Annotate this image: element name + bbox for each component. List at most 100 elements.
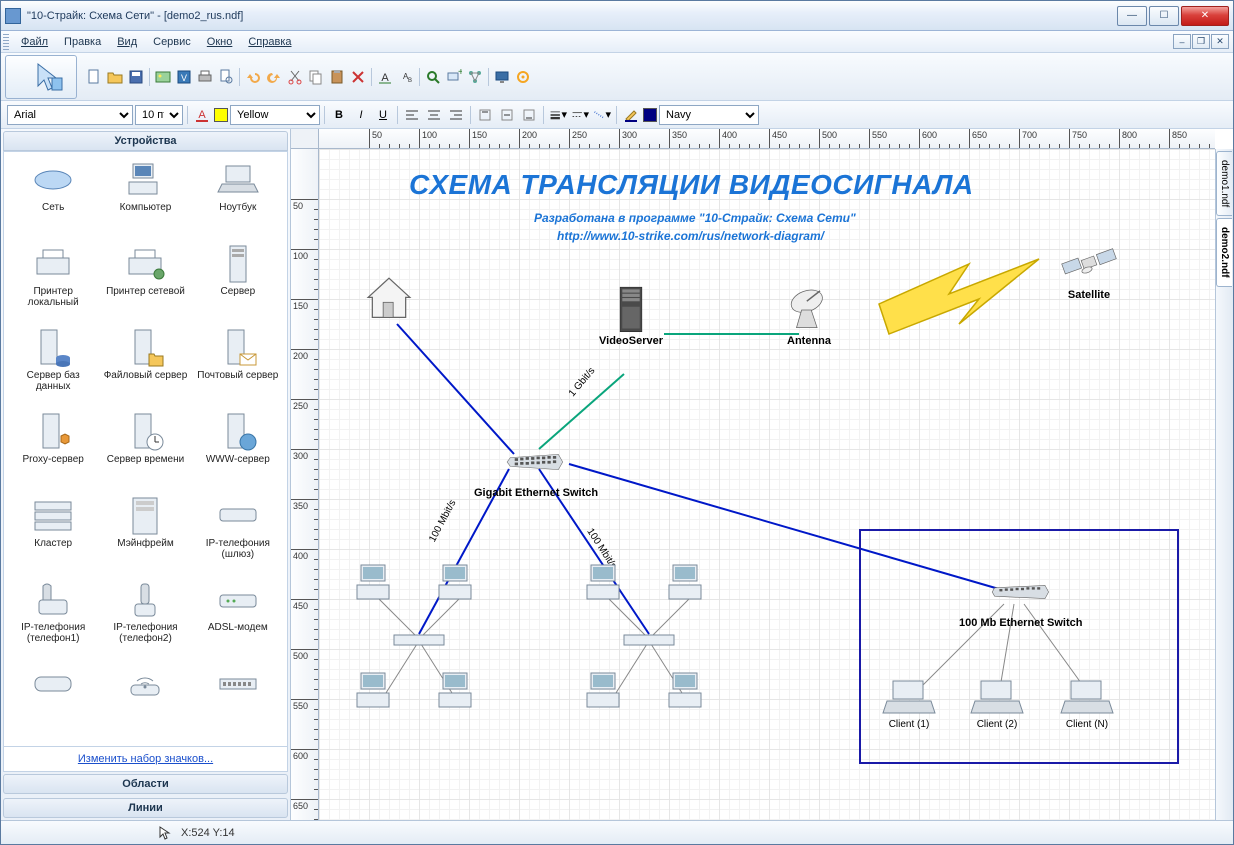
menu-service[interactable]: Сервис (145, 34, 199, 50)
mdi-restore-button[interactable]: ❐ (1192, 34, 1210, 49)
node-pc-l4[interactable] (435, 669, 479, 713)
bold-button[interactable]: B (329, 105, 349, 125)
device-computer[interactable]: Компьютер (100, 156, 190, 238)
font-color-button[interactable]: A (192, 105, 212, 125)
line-width-button[interactable]: ▾ (548, 105, 568, 125)
redo-button[interactable] (264, 67, 284, 87)
line-color-button[interactable] (621, 105, 641, 125)
diagram-title[interactable]: СХЕМА ТРАНСЛЯЦИИ ВИДЕОСИГНАЛА (409, 169, 974, 201)
device-printer-local[interactable]: Принтер локальный (8, 240, 98, 322)
maximize-button[interactable]: ☐ (1149, 6, 1179, 26)
node-pc-m4[interactable] (665, 669, 709, 713)
node-client-1[interactable]: Client (1) (881, 677, 937, 730)
underline-button[interactable]: U (373, 105, 393, 125)
paste-button[interactable] (327, 67, 347, 87)
device-mail-server[interactable]: Почтовый сервер (193, 324, 283, 406)
italic-button[interactable]: I (351, 105, 371, 125)
valign-top-button[interactable] (475, 105, 495, 125)
fill-color-combo[interactable]: Yellow (230, 105, 320, 125)
mdi-minimize-button[interactable]: – (1173, 34, 1191, 49)
print-button[interactable] (195, 67, 215, 87)
fill-swatch[interactable] (214, 108, 228, 122)
line-pattern-button[interactable]: ▾ (592, 105, 612, 125)
lines-panel-header[interactable]: Линии (3, 798, 288, 818)
font-size-combo[interactable]: 10 пт. (135, 105, 183, 125)
delete-button[interactable] (348, 67, 368, 87)
device-notebook[interactable]: Ноутбук (193, 156, 283, 238)
settings-button[interactable] (513, 67, 533, 87)
menu-file[interactable]: Файл (13, 34, 56, 50)
align-left-button[interactable] (402, 105, 422, 125)
node-client-2[interactable]: Client (2) (969, 677, 1025, 730)
add-text-button[interactable]: A (375, 67, 395, 87)
add-label-button[interactable]: AB (396, 67, 416, 87)
save-button[interactable] (126, 67, 146, 87)
edge-label-gbit[interactable]: 1 Gbit/s (567, 366, 598, 399)
cut-button[interactable] (285, 67, 305, 87)
node-pc-l1[interactable] (353, 561, 397, 605)
node-antenna[interactable]: Antenna (779, 285, 839, 347)
undo-button[interactable] (243, 67, 263, 87)
copy-button[interactable] (306, 67, 326, 87)
node-pc-m3[interactable] (583, 669, 627, 713)
node-pc-m2[interactable] (665, 561, 709, 605)
diagram-subtitle-1[interactable]: Разработана в программе "10-Страйк: Схем… (534, 211, 856, 225)
change-icons-link[interactable]: Изменить набор значков... (3, 747, 288, 772)
line-swatch[interactable] (643, 108, 657, 122)
edge-label-100mb-1[interactable]: 100 Mbit/s (427, 498, 458, 544)
device-ip-phone2[interactable]: IP-телефония (телефон2) (100, 576, 190, 658)
node-pc-l3[interactable] (353, 669, 397, 713)
print-preview-button[interactable] (216, 67, 236, 87)
align-right-button[interactable] (446, 105, 466, 125)
menu-help[interactable]: Справка (240, 34, 299, 50)
node-hub-right[interactable] (622, 631, 676, 649)
diagram-subtitle-2[interactable]: http://www.10-strike.com/rus/network-dia… (557, 229, 824, 243)
align-center-button[interactable] (424, 105, 444, 125)
device-modem[interactable] (8, 660, 98, 742)
node-hub-left[interactable] (392, 631, 446, 649)
auto-layout-button[interactable] (465, 67, 485, 87)
monitor-button[interactable] (492, 67, 512, 87)
mdi-close-button[interactable]: ✕ (1211, 34, 1229, 49)
minimize-button[interactable]: — (1117, 6, 1147, 26)
device-db-server[interactable]: Сервер баз данных (8, 324, 98, 406)
pointer-tool[interactable] (5, 55, 77, 99)
font-family-combo[interactable]: Arial (7, 105, 133, 125)
device-www-server[interactable]: WWW-сервер (193, 408, 283, 490)
node-switch-100mb[interactable]: 100 Mb Ethernet Switch (959, 567, 1082, 629)
node-videoserver[interactable]: VideoServer (599, 285, 663, 347)
node-satellite[interactable]: Satellite (1059, 239, 1119, 301)
diagram-canvas[interactable]: СХЕМА ТРАНСЛЯЦИИ ВИДЕОСИГНАЛА Разработан… (319, 149, 1215, 820)
device-ip-phone1[interactable]: IP-телефония (телефон1) (8, 576, 98, 658)
menu-edit[interactable]: Правка (56, 34, 109, 50)
areas-panel-header[interactable]: Области (3, 774, 288, 794)
close-button[interactable]: ✕ (1181, 6, 1229, 26)
node-pc-m1[interactable] (583, 561, 627, 605)
device-adsl-modem[interactable]: ADSL-модем (193, 576, 283, 658)
valign-bottom-button[interactable] (519, 105, 539, 125)
new-doc-button[interactable] (84, 67, 104, 87)
menu-window[interactable]: Окно (199, 34, 241, 50)
devices-panel-header[interactable]: Устройства (3, 131, 288, 151)
device-server[interactable]: Сервер (193, 240, 283, 322)
device-wifi-ap[interactable] (100, 660, 190, 742)
menu-view[interactable]: Вид (109, 34, 145, 50)
device-proxy-server[interactable]: Proxy-сервер (8, 408, 98, 490)
export-image-button[interactable] (153, 67, 173, 87)
node-switch-gigabit[interactable]: Gigabit Ethernet Switch (474, 437, 598, 499)
device-file-server[interactable]: Файловый сервер (100, 324, 190, 406)
tab-demo2[interactable]: demo2.ndf (1216, 218, 1232, 287)
device-time-server[interactable]: Сервер времени (100, 408, 190, 490)
valign-mid-button[interactable] (497, 105, 517, 125)
tab-demo1[interactable]: demo1.ndf (1216, 151, 1232, 216)
node-house[interactable] (359, 274, 419, 324)
device-switch-small[interactable] (193, 660, 283, 742)
node-pc-l2[interactable] (435, 561, 479, 605)
line-color-combo[interactable]: Navy (659, 105, 759, 125)
node-client-n[interactable]: Client (N) (1059, 677, 1115, 730)
device-mainframe[interactable]: Мэйнфрейм (100, 492, 190, 574)
line-style-button[interactable]: ▾ (570, 105, 590, 125)
device-printer-net[interactable]: Принтер сетевой (100, 240, 190, 322)
device-cluster[interactable]: Кластер (8, 492, 98, 574)
device-network[interactable]: Сеть (8, 156, 98, 238)
